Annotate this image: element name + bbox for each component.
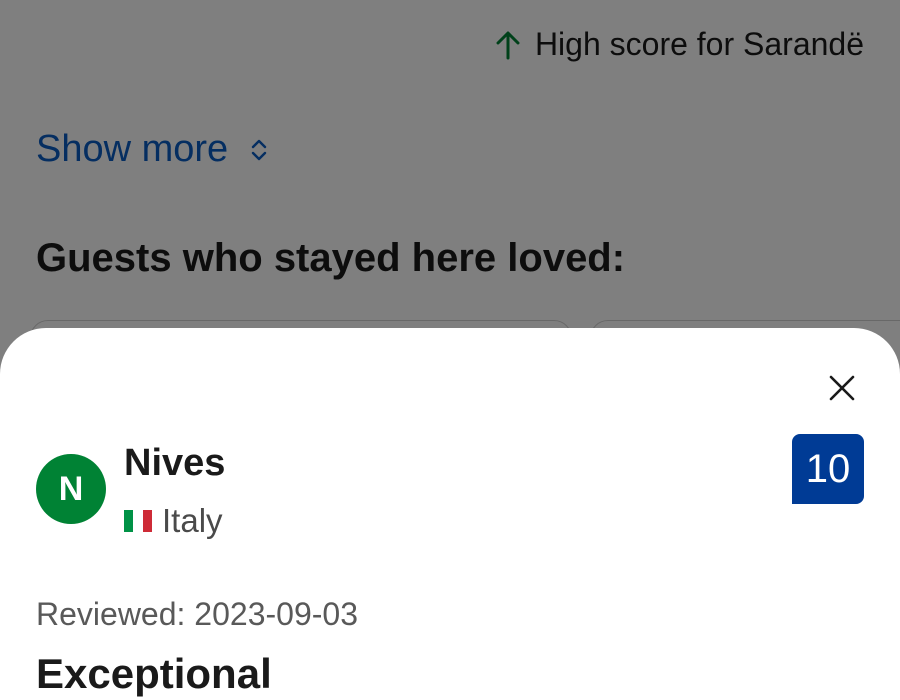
review-sheet: N Nives Italy 10 Reviewed: 2023-09-03 Ex…: [0, 328, 900, 700]
screen: High score for Sarandë Show more Guests …: [0, 0, 900, 700]
score-badge: 10: [792, 434, 864, 504]
reviewed-date: Reviewed: 2023-09-03: [36, 596, 358, 632]
close-icon[interactable]: [826, 372, 858, 404]
italy-flag-icon: [124, 510, 152, 532]
reviewer-name: Nives: [124, 442, 226, 484]
country-label: Italy: [162, 502, 223, 539]
avatar: N: [36, 454, 106, 524]
reviewer-country: Italy: [124, 502, 223, 540]
review-title: Exceptional: [36, 650, 272, 697]
